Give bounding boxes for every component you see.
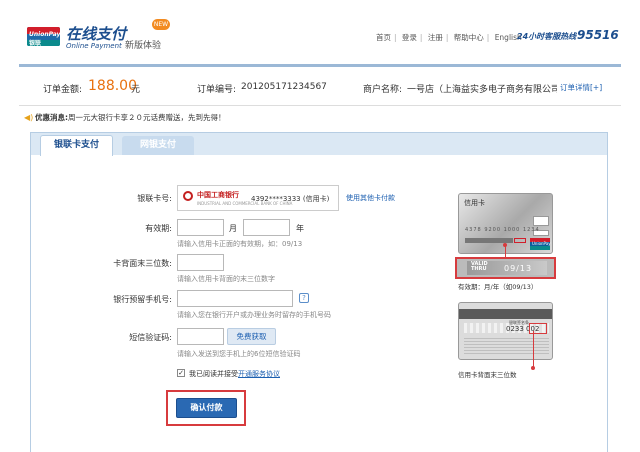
card-number-label: 银联卡号: [137,194,172,203]
order-detail-link[interactable]: 订单详情[+] [560,82,602,93]
expiry-month-input[interactable] [177,219,224,236]
sms-hint: 请输入发送到您手机上的6位短信验证码 [177,350,301,358]
phone-hint: 请输入您在银行开户或办理业务时留存的手机号码 [177,311,331,319]
valid-thru-highlight: VALID THRU 09/13 [455,257,556,279]
tab-online-banking[interactable]: 网银支付 [122,136,194,155]
pointer-dot-back [531,366,535,370]
tab-bar [31,133,607,155]
brand-title: 在线支付 [66,25,127,43]
merchant-label: 商户名称: [363,85,403,95]
cvv-input[interactable] [177,254,224,271]
icbc-logo-icon [183,191,193,201]
card-front-title: 信用卡 [464,199,485,207]
sms-code-input[interactable] [177,328,224,345]
back-caption: 信用卡背面末三位数 [458,371,517,379]
order-amount: 188.00 [88,78,137,94]
pointer-line [505,245,506,257]
promo-notice: ◀) 优惠消息:周一元大银行卡享２０元话费赠送，先到先得！ [24,112,226,123]
cvv-label: 卡背面末三位数: [113,259,172,268]
expiry-label: 有效期: [145,224,172,233]
agreement-text: 我已阅读并接受开通服务协议 [189,370,280,378]
speaker-icon: ◀) [24,113,34,122]
card-selector[interactable]: 中国工商银行 INDUSTRIAL AND COMMERCIAL BANK OF… [177,185,339,211]
card-front-numbers: 4378 9200 1000 1234 [465,227,540,233]
nav-login[interactable]: 登录 [402,33,417,42]
payment-panel [30,132,608,452]
sms-label: 短信验证码: [129,333,172,342]
use-other-card-link[interactable]: 使用其他卡付款 [346,193,395,203]
unionpay-mini-logo: UnionPay [530,238,551,250]
nav-home[interactable]: 首页 [376,33,391,42]
help-icon[interactable]: ? [299,293,309,303]
agree-checkbox[interactable]: ✓ [177,369,185,377]
valid-thru-date: 09/13 [504,264,533,273]
top-nav: 首页 | 登录 | 注册 | 帮助中心 | English [376,33,522,42]
card-back-illustration: 银联签名条 0233 002 [458,302,553,360]
nav-register[interactable]: 注册 [428,33,443,42]
bank-name: 中国工商银行 [197,191,239,199]
cvv-hint: 请输入信用卡背面的末三位数字 [177,275,275,283]
card-number: 4392****3333 (信用卡) [251,195,330,203]
service-agreement-link[interactable]: 开通服务协议 [238,370,280,378]
pointer-line-back [533,331,534,368]
hotline-number: 95516 [577,28,619,42]
brand-subtitle: Online Payment [66,42,122,50]
order-number-label: 订单编号: [197,85,237,95]
tab-unionpay-card[interactable]: 银联卡支付 [40,135,113,156]
amount-label: 订单金额: [43,85,83,95]
month-unit: 月 [229,224,237,233]
get-sms-code-button[interactable]: 免费获取 [227,328,276,345]
phone-input[interactable] [177,290,293,307]
order-summary: 订单金额: 188.00 元 订单编号: 201205171234567 商户名… [19,64,621,106]
merchant-name: 一号店（上海益实多电子商务有限公司... [407,85,557,95]
phone-label: 银行预留手机号: [113,295,172,304]
notice-title: 优惠消息: [35,113,68,122]
year-unit: 年 [296,224,304,233]
new-badge: NEW [152,19,170,30]
confirm-payment-button[interactable]: 确认付款 [176,398,237,418]
hotline-label: 24小时客服热线 [517,32,577,41]
unionpay-logo: UnionPay 银联 [27,27,60,47]
expiry-year-input[interactable] [243,219,290,236]
nav-help[interactable]: 帮助中心 [454,33,484,42]
order-number: 201205171234567 [241,82,327,92]
new-version-link[interactable]: 新版体验 [125,38,161,51]
valid-caption: 有效期：月/年（如09/13） [458,283,538,291]
notice-text: 周一元大银行卡享２０元话费赠送，先到先得！ [68,113,226,122]
amount-unit: 元 [131,85,141,95]
valid-thru-label: VALID THRU [471,261,488,272]
expiry-hint: 请输入信用卡正面的有效期，如：09/13 [177,240,303,248]
